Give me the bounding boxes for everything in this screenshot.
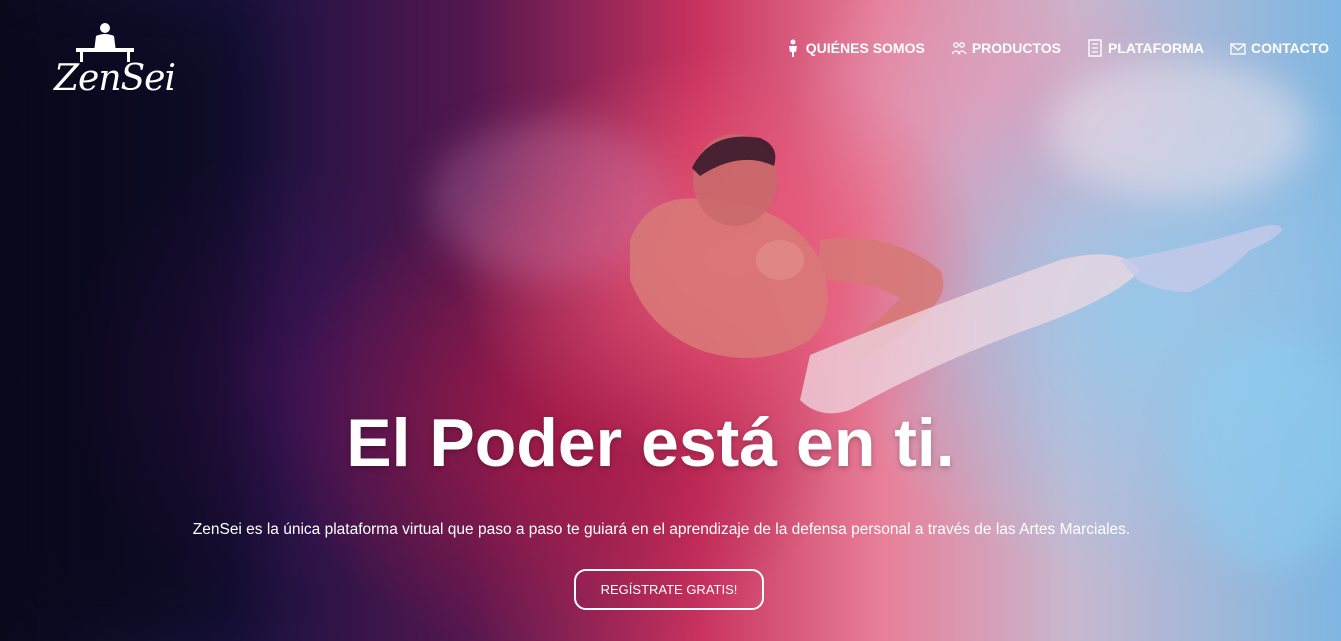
team-people-icon bbox=[951, 39, 967, 57]
main-nav: QUIÉNES SOMOS PRODUCTOS PLATAFORMA CONTA… bbox=[785, 36, 1329, 60]
zensei-logo[interactable]: ZenSei bbox=[52, 22, 176, 104]
martial-artist-icon bbox=[785, 39, 801, 57]
nav-item-plataforma[interactable]: PLATAFORMA bbox=[1087, 36, 1204, 60]
nav-item-contacto[interactable]: CONTACTO bbox=[1230, 36, 1329, 60]
logo-text: ZenSei bbox=[54, 58, 176, 99]
hero-section: ZenSei QUIÉNES SOMOS PRODUCTOS PLATAFORM… bbox=[0, 0, 1341, 641]
nav-item-quienes-somos[interactable]: QUIÉNES SOMOS bbox=[785, 36, 925, 60]
martial-artist-kick-image bbox=[560, 120, 1320, 440]
document-icon bbox=[1087, 39, 1103, 57]
nav-label: CONTACTO bbox=[1250, 40, 1329, 56]
nav-item-productos[interactable]: PRODUCTOS bbox=[951, 36, 1061, 60]
nav-label: PLATAFORMA bbox=[1108, 40, 1204, 56]
register-free-button[interactable]: REGÍSTRATE GRATIS! bbox=[574, 569, 764, 610]
hero-subtitle: ZenSei es la única plataforma virtual qu… bbox=[192, 520, 1131, 538]
hero-headline: El Poder está en ti. bbox=[346, 405, 955, 481]
nav-label: PRODUCTOS bbox=[971, 40, 1062, 56]
envelope-icon bbox=[1230, 39, 1246, 57]
nav-label: QUIÉNES SOMOS bbox=[805, 40, 925, 56]
